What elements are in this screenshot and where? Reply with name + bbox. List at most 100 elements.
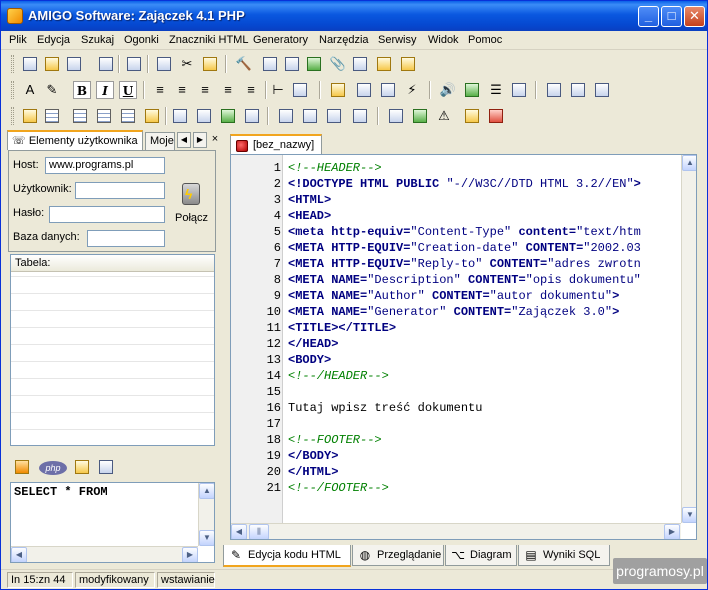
clear-icon[interactable] xyxy=(487,107,505,125)
sql-save-icon[interactable] xyxy=(97,458,115,476)
open-folder-icon[interactable] xyxy=(43,55,61,73)
menu-help[interactable]: Pomoc xyxy=(468,34,502,46)
sql-check-icon[interactable] xyxy=(13,458,31,476)
form-edit-icon[interactable] xyxy=(379,81,397,99)
menu-generators[interactable]: Generatory xyxy=(253,34,308,46)
code-line[interactable]: 18 <!--FOOTER--> xyxy=(231,433,681,449)
close-button[interactable]: ✕ xyxy=(684,6,705,27)
menu-services[interactable]: Serwisy xyxy=(378,34,417,46)
tab-my-items[interactable]: Moje xyxy=(145,132,175,150)
scroll-left-icon[interactable]: ◀ xyxy=(231,524,247,539)
document-arrow-icon[interactable] xyxy=(593,81,611,99)
code-line[interactable]: 16 Tutaj wpisz treść dokumentu xyxy=(231,401,681,417)
list-icon[interactable]: ☰ xyxy=(487,81,505,99)
sql-open-icon[interactable] xyxy=(73,458,91,476)
cut-icon[interactable]: ✂ xyxy=(178,55,196,73)
table-list-header[interactable]: Tabela: xyxy=(11,255,214,272)
table-list[interactable]: Tabela: xyxy=(10,254,215,446)
code-line[interactable]: 19 </BODY> xyxy=(231,449,681,465)
open-folder-2-icon[interactable] xyxy=(329,81,347,99)
pen-icon[interactable]: ✎ xyxy=(43,81,61,99)
table-insert-col-icon[interactable] xyxy=(95,107,113,125)
connect-button[interactable]: Połącz xyxy=(175,212,208,224)
scroll-up-icon[interactable]: ▲ xyxy=(199,483,214,499)
code-line[interactable]: 15 xyxy=(231,385,681,401)
scroll-down-icon[interactable]: ▼ xyxy=(682,507,696,523)
frame-split-icon[interactable] xyxy=(243,107,261,125)
sql-query-text[interactable]: SELECT * FROM xyxy=(14,485,108,499)
align-right-icon[interactable]: ≡ xyxy=(219,81,237,99)
lightning-icon[interactable]: ⚡ xyxy=(403,81,421,99)
meta-icon[interactable] xyxy=(351,55,369,73)
php-icon[interactable]: php xyxy=(37,458,69,476)
code-line[interactable]: 11 <TITLE></TITLE> xyxy=(231,321,681,337)
sql-horizontal-scrollbar[interactable]: ◀ ▶ xyxy=(11,546,198,562)
menu-tools[interactable]: Narzędzia xyxy=(319,34,369,46)
scroll-thumb[interactable]: ⫼ xyxy=(249,524,269,539)
html-template-icon[interactable] xyxy=(283,55,301,73)
table-insert-row-icon[interactable] xyxy=(71,107,89,125)
underline-button[interactable]: U xyxy=(119,81,137,99)
scroll-down-icon[interactable]: ▼ xyxy=(199,530,214,546)
editor-vertical-scrollbar[interactable]: ▲ ▼ xyxy=(681,155,696,523)
window-icon[interactable] xyxy=(411,107,429,125)
html-code-editor[interactable]: 1 <!--HEADER--> 2 <!DOCTYPE HTML PUBLIC "-… xyxy=(230,154,697,540)
menu-file[interactable]: Plik xyxy=(9,34,27,46)
document-icon[interactable] xyxy=(545,81,563,99)
toolbar-grip[interactable] xyxy=(11,55,14,73)
align-left-icon[interactable]: ≡ xyxy=(173,81,191,99)
code-line[interactable]: 9 <META NAME="Author" CONTENT="autor doku… xyxy=(231,289,681,305)
sql-query-editor[interactable]: SELECT * FROM ◀ ▶ ▲ ▼ xyxy=(10,482,215,563)
code-line[interactable]: 5 <meta http-equiv="Content-Type" content… xyxy=(231,225,681,241)
code-line[interactable]: 13 <BODY> xyxy=(231,353,681,369)
paragraph-icon[interactable]: ≡ xyxy=(151,81,169,99)
code-line[interactable]: 17 xyxy=(231,417,681,433)
horizontal-rule-icon[interactable]: ⊢ xyxy=(269,81,287,99)
image-map-icon[interactable] xyxy=(463,81,481,99)
save-icon[interactable] xyxy=(97,55,115,73)
code-line[interactable]: 1 <!--HEADER--> xyxy=(231,161,681,177)
code-line[interactable]: 8 <META NAME="Description" CONTENT="opis … xyxy=(231,273,681,289)
insert-image-icon[interactable] xyxy=(305,55,323,73)
code-line[interactable]: 12 </HEAD> xyxy=(231,337,681,353)
justify-icon[interactable]: ≡ xyxy=(242,81,260,99)
italic-button[interactable]: I xyxy=(96,81,114,99)
note-lightning-icon[interactable] xyxy=(399,55,417,73)
code-line[interactable]: 2 <!DOCTYPE HTML PUBLIC "-//W3C//DTD HTML… xyxy=(231,177,681,193)
form-stack-icon[interactable] xyxy=(351,107,369,125)
title-bar[interactable]: AMIGO Software: Zajączek 4.1 PHP _ □ ✕ xyxy=(1,1,707,31)
attach-icon[interactable]: 📎 xyxy=(329,55,347,73)
eraser-icon[interactable] xyxy=(463,107,481,125)
menu-html-tags[interactable]: Znaczniki HTML xyxy=(169,34,248,46)
menu-view[interactable]: Widok xyxy=(428,34,459,46)
edit-document-icon[interactable] xyxy=(569,81,587,99)
form-field-icon[interactable] xyxy=(277,107,295,125)
frames-icon[interactable] xyxy=(219,107,237,125)
minimize-button[interactable]: _ xyxy=(638,6,659,27)
form-list-icon[interactable] xyxy=(325,107,343,125)
print-icon[interactable] xyxy=(125,55,143,73)
bold-button[interactable]: B xyxy=(73,81,91,99)
frames-arrow-icon[interactable] xyxy=(195,107,213,125)
code-line[interactable]: 7 <META HTTP-EQUIV="Reply-to" CONTENT="ad… xyxy=(231,257,681,273)
code-line[interactable]: 6 <META HTTP-EQUIV="Creation-date" CONTEN… xyxy=(231,241,681,257)
password-input[interactable] xyxy=(49,206,165,223)
code-line[interactable]: 10 <META NAME="Generator" CONTENT="Zającz… xyxy=(231,305,681,321)
host-input[interactable]: www.programs.pl xyxy=(45,157,165,174)
toolbar-grip[interactable] xyxy=(11,107,14,125)
tab-scroll-left-button[interactable]: ◀ xyxy=(177,132,191,148)
bold-tag-icon[interactable] xyxy=(261,55,279,73)
tab-user-elements[interactable]: ☏ Elementy użytkownika xyxy=(7,130,143,150)
paste-icon[interactable] xyxy=(201,55,219,73)
tab-html-code[interactable]: ✎ Edycja kodu HTML xyxy=(223,545,351,567)
document-tab[interactable]: [bez_nazwy] xyxy=(230,134,322,154)
tree-icon[interactable] xyxy=(171,107,189,125)
maximize-button[interactable]: □ xyxy=(661,6,682,27)
panel-close-icon[interactable]: × xyxy=(209,132,221,148)
menu-edit[interactable]: Edycja xyxy=(37,34,70,46)
menu-search[interactable]: Szukaj xyxy=(81,34,114,46)
code-line[interactable]: 4 <HEAD> xyxy=(231,209,681,225)
toolbar-grip[interactable] xyxy=(11,81,14,99)
tab-preview[interactable]: ◍ Przeglądanie xyxy=(352,545,444,566)
table-grid-icon[interactable] xyxy=(143,107,161,125)
